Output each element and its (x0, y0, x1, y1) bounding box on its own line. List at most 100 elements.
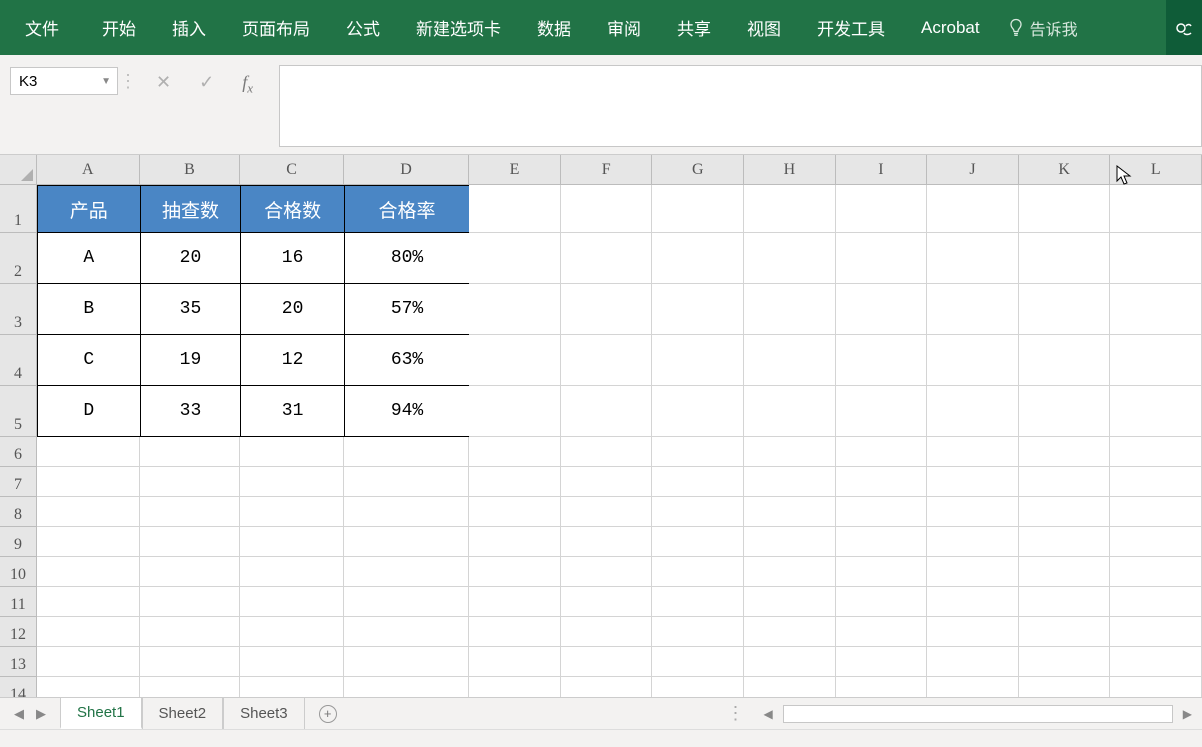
tab-nav-next[interactable]: ▶ (36, 706, 46, 722)
cell-E2[interactable] (469, 233, 561, 284)
cell-A5[interactable]: D (37, 386, 140, 437)
cell-D10[interactable] (344, 557, 469, 587)
row-header-11[interactable]: 11 (0, 587, 36, 617)
row-header-4[interactable]: 4 (0, 335, 36, 386)
cell-C5[interactable]: 31 (240, 386, 343, 437)
cell-G6[interactable] (652, 437, 744, 467)
cell-J7[interactable] (927, 467, 1019, 497)
cell-D7[interactable] (344, 467, 469, 497)
cell-K11[interactable] (1019, 587, 1111, 617)
cell-F6[interactable] (561, 437, 653, 467)
ribbon-tab-share[interactable]: 共享 (659, 0, 729, 55)
col-header-D[interactable]: D (344, 155, 469, 184)
cell-C12[interactable] (240, 617, 343, 647)
row-header-12[interactable]: 12 (0, 617, 36, 647)
col-header-H[interactable]: H (744, 155, 836, 184)
cell-D8[interactable] (344, 497, 469, 527)
row-header-10[interactable]: 10 (0, 557, 36, 587)
cell-G3[interactable] (652, 284, 744, 335)
cell-G9[interactable] (652, 527, 744, 557)
cell-B8[interactable] (140, 497, 241, 527)
ribbon-tab-formulas[interactable]: 公式 (328, 0, 398, 55)
cell-G1[interactable] (652, 185, 744, 233)
cell-I14[interactable] (836, 677, 928, 697)
cell-H4[interactable] (744, 335, 836, 386)
cell-A7[interactable] (37, 467, 140, 497)
cell-L11[interactable] (1110, 587, 1202, 617)
cell-G8[interactable] (652, 497, 744, 527)
scroll-left-icon[interactable]: ◀ (760, 707, 777, 721)
row-header-5[interactable]: 5 (0, 386, 36, 437)
col-header-K[interactable]: K (1019, 155, 1111, 184)
ribbon-tab-file[interactable]: 文件 (10, 0, 84, 55)
cell-F11[interactable] (561, 587, 653, 617)
cell-A11[interactable] (37, 587, 140, 617)
cell-K13[interactable] (1019, 647, 1111, 677)
cell-I10[interactable] (836, 557, 928, 587)
cell-E4[interactable] (469, 335, 561, 386)
cell-I11[interactable] (836, 587, 928, 617)
cell-A1[interactable]: 产品 (37, 185, 140, 233)
cell-J10[interactable] (927, 557, 1019, 587)
cell-E12[interactable] (469, 617, 561, 647)
cell-K14[interactable] (1019, 677, 1111, 697)
cell-G7[interactable] (652, 467, 744, 497)
cell-J14[interactable] (927, 677, 1019, 697)
cell-C8[interactable] (240, 497, 343, 527)
cell-H14[interactable] (744, 677, 836, 697)
cell-D6[interactable] (344, 437, 469, 467)
cancel-icon[interactable]: ✕ (156, 72, 171, 93)
cell-F9[interactable] (561, 527, 653, 557)
cell-K7[interactable] (1019, 467, 1111, 497)
cell-B13[interactable] (140, 647, 241, 677)
cell-I8[interactable] (836, 497, 928, 527)
cell-H13[interactable] (744, 647, 836, 677)
cell-A2[interactable]: A (37, 233, 140, 284)
cell-F12[interactable] (561, 617, 653, 647)
cell-G11[interactable] (652, 587, 744, 617)
cell-D14[interactable] (344, 677, 469, 697)
cell-L8[interactable] (1110, 497, 1202, 527)
row-header-8[interactable]: 8 (0, 497, 36, 527)
cell-B12[interactable] (140, 617, 241, 647)
cell-K6[interactable] (1019, 437, 1111, 467)
cell-C7[interactable] (240, 467, 343, 497)
cell-A10[interactable] (37, 557, 140, 587)
ribbon-tab-data[interactable]: 数据 (519, 0, 589, 55)
cell-K8[interactable] (1019, 497, 1111, 527)
cell-C2[interactable]: 16 (240, 233, 343, 284)
cell-E8[interactable] (469, 497, 561, 527)
cell-A9[interactable] (37, 527, 140, 557)
col-header-F[interactable]: F (561, 155, 653, 184)
cell-I1[interactable] (836, 185, 928, 233)
cell-F2[interactable] (561, 233, 653, 284)
ribbon-tab-developer[interactable]: 开发工具 (799, 0, 903, 55)
cell-C1[interactable]: 合格数 (240, 185, 343, 233)
cell-J6[interactable] (927, 437, 1019, 467)
cell-J1[interactable] (927, 185, 1019, 233)
cell-B4[interactable]: 19 (140, 335, 241, 386)
row-header-1[interactable]: 1 (0, 185, 36, 233)
cell-H3[interactable] (744, 284, 836, 335)
cell-D13[interactable] (344, 647, 469, 677)
cell-L2[interactable] (1110, 233, 1202, 284)
cell-L4[interactable] (1110, 335, 1202, 386)
tell-me-search[interactable]: 告诉我 (998, 16, 1078, 40)
scrollbar-track[interactable] (783, 705, 1173, 723)
tabs-splitter[interactable]: ⋮ (719, 703, 754, 724)
cell-J12[interactable] (927, 617, 1019, 647)
cell-B2[interactable]: 20 (140, 233, 241, 284)
cell-D9[interactable] (344, 527, 469, 557)
cell-E3[interactable] (469, 284, 561, 335)
cells-area[interactable]: 产品抽查数合格数合格率A201680%B352057%C191263%D3331… (37, 185, 1202, 697)
cell-B10[interactable] (140, 557, 241, 587)
cell-B5[interactable]: 33 (140, 386, 241, 437)
ribbon-tab-custom[interactable]: 新建选项卡 (398, 0, 519, 55)
row-header-14[interactable]: 14 (0, 677, 36, 697)
cell-J9[interactable] (927, 527, 1019, 557)
row-header-3[interactable]: 3 (0, 284, 36, 335)
cell-J3[interactable] (927, 284, 1019, 335)
cell-I12[interactable] (836, 617, 928, 647)
ribbon-tab-insert[interactable]: 插入 (154, 0, 224, 55)
cell-K2[interactable] (1019, 233, 1111, 284)
